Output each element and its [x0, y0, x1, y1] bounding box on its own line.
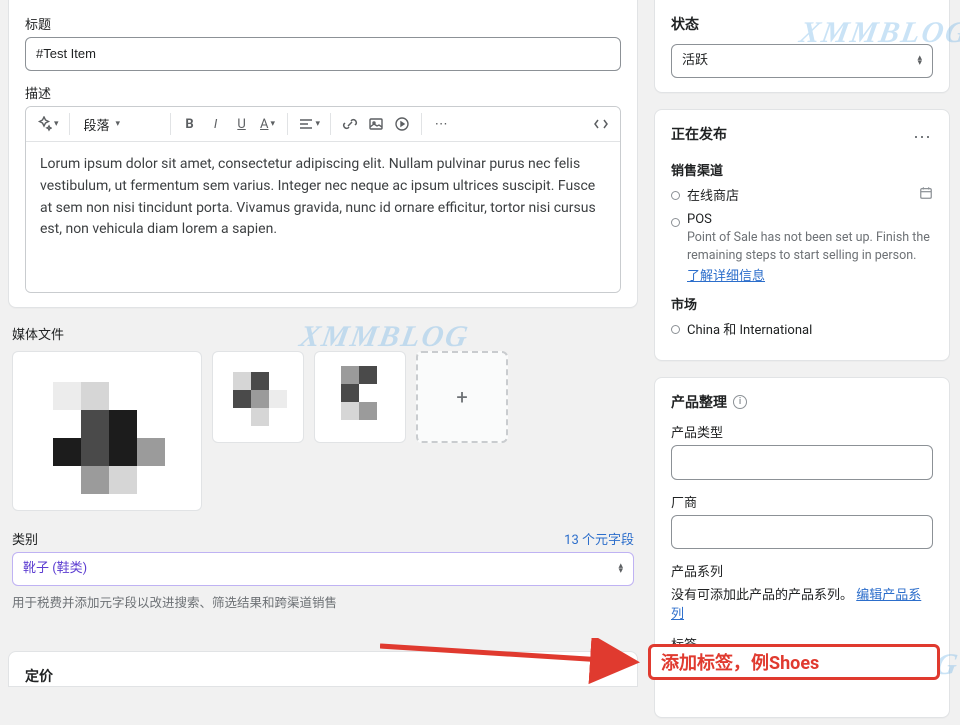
media-thumb-1[interactable]	[12, 351, 202, 511]
tags-callout: 添加标签，例Shoes	[648, 644, 940, 680]
italic-button[interactable]: I	[203, 111, 229, 137]
title-input[interactable]	[25, 37, 621, 71]
link-button[interactable]	[337, 111, 363, 137]
category-help: 用于税费并添加元字段以改进搜索、筛选结果和跨渠道销售	[12, 592, 634, 611]
category-label: 类别	[12, 529, 38, 548]
underline-button[interactable]: U	[229, 111, 255, 137]
pos-note: Point of Sale has not been set up. Finis…	[687, 229, 933, 265]
collections-label: 产品系列	[671, 561, 933, 580]
category-value: 靴子 (鞋类)	[23, 560, 87, 578]
status-value: 活跃	[682, 52, 708, 70]
align-dropdown[interactable]: ▾	[294, 111, 325, 137]
channel-online-label: 在线商店	[687, 185, 739, 204]
rich-text-editor: ▾ 段落 ▾ B I U A▾	[25, 106, 621, 293]
chevron-updown-icon: ▴▾	[618, 564, 623, 574]
metafields-link[interactable]: 13 个元字段	[564, 529, 634, 548]
category-section: 类别 13 个元字段 靴子 (鞋类) ▴▾ 用于税费并添加元字段以改进搜索、筛选…	[8, 511, 638, 611]
pricing-title: 定价	[25, 666, 621, 686]
markets-label: 市场	[671, 294, 933, 313]
organize-title: 产品整理 i	[671, 392, 933, 412]
publishing-more-button[interactable]: ⋯	[913, 127, 933, 148]
channel-pos-label: POS	[687, 212, 933, 227]
title-label: 标题	[25, 14, 621, 33]
chevron-updown-icon: ▴▾	[917, 56, 922, 66]
vendor-label: 厂商	[671, 492, 933, 511]
media-thumb-3[interactable]	[314, 351, 406, 443]
media-label: 媒体文件	[12, 324, 634, 343]
publishing-title: 正在发布	[671, 124, 727, 144]
info-icon[interactable]: i	[733, 395, 747, 409]
channel-pos: POS Point of Sale has not been set up. F…	[671, 212, 933, 284]
paragraph-style-dropdown[interactable]: 段落 ▾	[76, 111, 164, 137]
ai-tools-dropdown[interactable]: ▾	[32, 111, 63, 137]
bold-button[interactable]: B	[177, 111, 203, 137]
title-card: 标题 描述 ▾ 段落 ▾	[8, 0, 638, 308]
description-body[interactable]: Lorum ipsum dolor sit amet, consectetur …	[26, 142, 620, 292]
media-thumb-2[interactable]	[212, 351, 304, 443]
media-add-button[interactable]: +	[416, 351, 508, 443]
editor-toolbar: ▾ 段落 ▾ B I U A▾	[26, 107, 620, 142]
channels-label: 销售渠道	[671, 160, 933, 179]
markets-value: China 和 International	[671, 319, 933, 338]
html-view-button[interactable]	[588, 111, 614, 137]
organize-title-text: 产品整理	[671, 392, 727, 412]
vendor-input[interactable]	[671, 515, 933, 549]
pricing-card: 定价	[8, 651, 638, 687]
tags-callout-text: 添加标签，例Shoes	[661, 649, 819, 675]
status-card: 状态 活跃 ▴▾	[654, 0, 950, 93]
publishing-card: 正在发布 ⋯ 销售渠道 在线商店 POS Point of Sale has n…	[654, 109, 950, 361]
paragraph-style-label: 段落	[84, 115, 110, 134]
channel-online-store: 在线商店	[671, 185, 933, 204]
status-title: 状态	[671, 14, 933, 34]
text-color-dropdown[interactable]: A▾	[255, 111, 281, 137]
more-button[interactable]: ⋯	[428, 111, 454, 137]
product-type-input[interactable]	[671, 445, 933, 479]
product-type-label: 产品类型	[671, 422, 933, 441]
status-select[interactable]: 活跃 ▴▾	[671, 44, 933, 78]
video-button[interactable]	[389, 111, 415, 137]
media-section: 媒体文件	[8, 324, 638, 511]
collections-empty-text: 没有可添加此产品的产品系列。	[671, 588, 853, 603]
category-select[interactable]: 靴子 (鞋类) ▴▾	[12, 552, 634, 586]
image-button[interactable]	[363, 111, 389, 137]
description-label: 描述	[25, 83, 621, 102]
plus-icon: +	[456, 385, 467, 409]
pos-learn-more-link[interactable]: 了解详细信息	[687, 269, 765, 284]
calendar-icon[interactable]	[919, 186, 933, 204]
